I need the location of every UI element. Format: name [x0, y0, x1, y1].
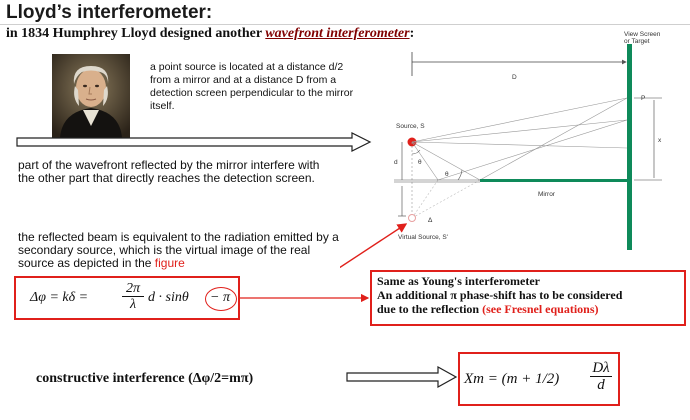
subtitle-prefix: in 1834 Humphrey Lloyd designed another: [6, 26, 262, 41]
formula2-lhs: Xm = (m + 1/2): [464, 371, 560, 387]
screen-label-2: or Target: [624, 38, 650, 45]
header-divider: [0, 24, 690, 25]
distance-d-label: d: [394, 159, 398, 166]
note-connector-arrow: [240, 293, 370, 303]
note-line-2: An additional π phase-shift has to be co…: [377, 288, 623, 302]
fresnel-reference: (see Fresnel equations): [482, 302, 599, 316]
phase-shift-note: Same as Young's interferometer An additi…: [370, 270, 686, 326]
reflected-beam-text: the reflected beam is equivalent to the …: [18, 231, 346, 270]
distance-x-label: x: [658, 137, 662, 144]
hollow-arrow-right-icon: [16, 132, 372, 152]
formula1-lhs: Δφ = kδ =: [30, 290, 89, 305]
mirror-label: Mirror: [538, 191, 556, 198]
virtual-source-point: [408, 214, 416, 222]
mirror: [480, 179, 628, 182]
hollow-arrow-right-icon-2: [346, 366, 458, 388]
note-line-3: due to the reflection: [377, 302, 480, 316]
distance-D-label: D: [512, 74, 517, 81]
lloyd-diagram: View Screen or Target D P x Source, S d …: [340, 31, 662, 268]
screen-label-1: View Screen: [624, 31, 661, 38]
phase-difference-formula: Δφ = kδ = 2π λ d · sinθ − π: [14, 276, 240, 320]
point-source-text: a point source is located at a distance …: [150, 61, 354, 112]
formula2-fraction: Dλ d: [590, 360, 612, 394]
formula1-denominator: λ: [129, 297, 137, 312]
formula1-fraction: 2π λ: [122, 281, 144, 313]
wavefront-text: part of the wavefront reflected by the m…: [18, 158, 320, 185]
formula1-rhs: d · sinθ: [148, 290, 189, 305]
delta-label: Δ: [428, 217, 433, 224]
fringe-position-formula: Xm = (m + 1/2) Dλ d: [458, 352, 620, 406]
virtual-source-label: Virtual Source, S': [398, 234, 448, 241]
source-label: Source, S: [396, 123, 425, 130]
formula2-numerator: Dλ: [590, 360, 612, 377]
figure-link: figure: [154, 256, 185, 270]
formula1-minus-pi: − π: [210, 290, 230, 305]
note-line-3-wrap: due to the reflection (see Fresnel equat…: [377, 302, 679, 316]
note-line-1: Same as Young's interferometer: [377, 274, 540, 288]
formula1-numerator: 2π: [122, 281, 144, 297]
portrait-image: [52, 54, 130, 138]
theta-label-2: θ: [445, 171, 449, 178]
slide-title: Lloyd’s interferometer:: [6, 2, 213, 23]
theta-label-1: θ: [418, 159, 422, 166]
formula2-denominator: d: [597, 377, 605, 393]
constructive-interference-label: constructive interference (Δφ/2=mπ): [36, 371, 254, 386]
view-screen: [627, 44, 632, 250]
point-P-label: P: [641, 95, 645, 102]
